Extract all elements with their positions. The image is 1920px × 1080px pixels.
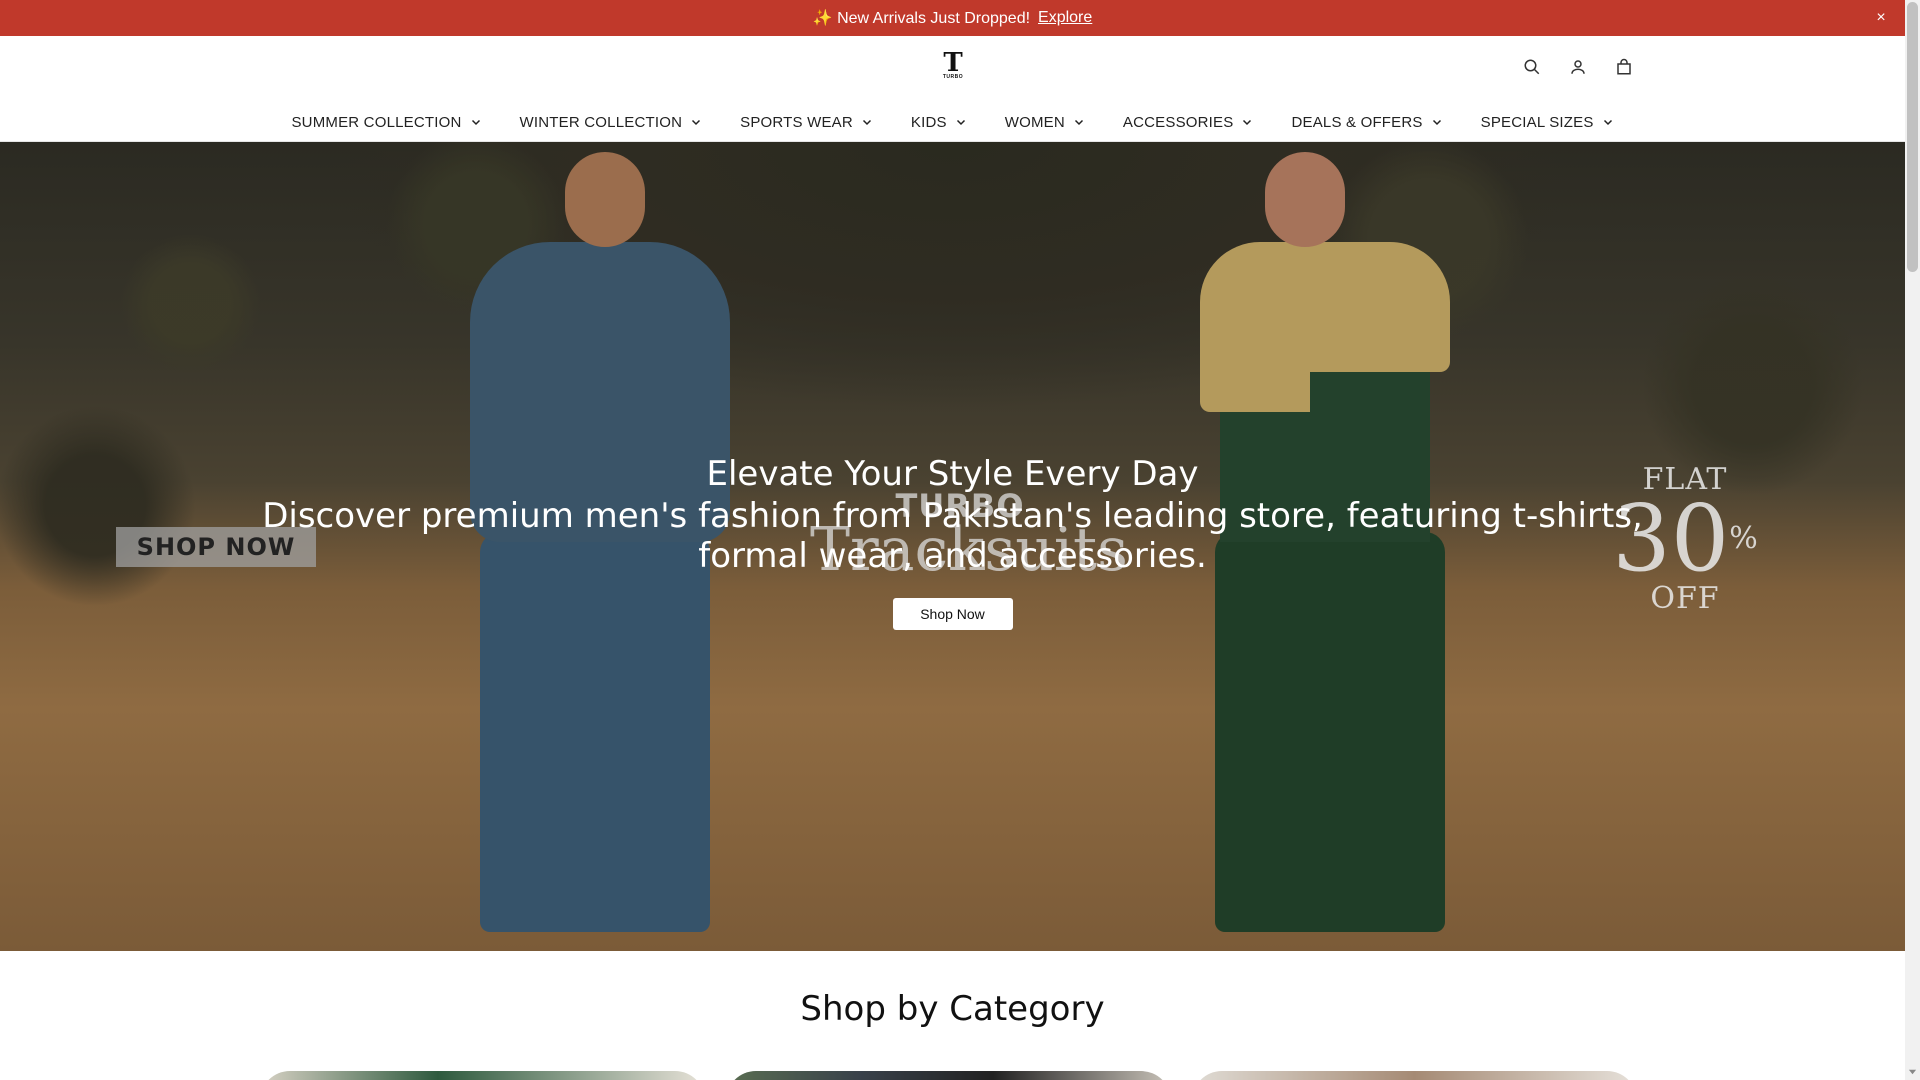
announcement-bar: ✨ New Arrivals Just Dropped! Explore × [0, 0, 1905, 36]
nav-special-sizes[interactable]: SPECIAL SIZES [1481, 114, 1614, 131]
chevron-down-icon [692, 119, 701, 126]
nav-deals-offers[interactable]: DEALS & OFFERS [1291, 114, 1442, 131]
nav-accessories[interactable]: ACCESSORIES [1123, 114, 1254, 131]
model-right-shirt-top [1200, 242, 1310, 412]
chevron-down-icon [1243, 119, 1252, 126]
hero-title: Elevate Your Style Every Day [706, 454, 1199, 494]
search-icon[interactable] [1521, 56, 1543, 78]
explore-link[interactable]: Explore [1038, 9, 1092, 27]
nav-label: KIDS [910, 113, 947, 131]
category-card[interactable] [726, 1071, 1171, 1080]
chevron-down-icon [1603, 119, 1612, 126]
model-right-shirt-top [1310, 242, 1450, 372]
category-card[interactable] [260, 1071, 705, 1080]
hero-subtitle: Discover premium men's fashion from Paki… [262, 496, 1643, 576]
nav-label: WOMEN [1004, 113, 1065, 131]
nav-summer-collection[interactable]: SUMMER COLLECTION [291, 114, 481, 131]
model-left-head [565, 152, 645, 247]
chevron-down-icon [862, 119, 871, 126]
header-icons [1521, 56, 1635, 78]
nav-sports-wear[interactable]: SPORTS WEAR [740, 114, 873, 131]
chevron-down-icon [1432, 119, 1441, 126]
chevron-down-icon [956, 119, 965, 126]
nav-winter-collection[interactable]: WINTER COLLECTION [520, 114, 703, 131]
shop-now-button[interactable]: Shop Now [892, 598, 1013, 630]
close-icon[interactable]: × [1876, 9, 1885, 27]
page-scrollbar[interactable] [1905, 0, 1920, 1080]
logo-mark: T [943, 48, 963, 78]
close-announcement-button[interactable]: × [1871, 8, 1891, 28]
nav-women[interactable]: WOMEN [1005, 114, 1085, 131]
announcement-text: ✨ New Arrivals Just Dropped! [812, 10, 1031, 27]
hero-banner[interactable]: SHOP NOW TURBO Tracksuits FLAT 30% OFF E… [0, 142, 1905, 951]
announcement-message: ✨ New Arrivals Just Dropped! Explore [813, 8, 1093, 28]
section-title: Shop by Category [800, 989, 1105, 1029]
scroll-down-icon[interactable] [1908, 1067, 1917, 1076]
nav-label: WINTER COLLECTION [519, 113, 683, 131]
logo[interactable]: T TURBO [938, 48, 968, 84]
bag-icon[interactable] [1613, 56, 1635, 78]
category-card[interactable] [1192, 1071, 1637, 1080]
nav-label: DEALS & OFFERS [1291, 113, 1423, 131]
scrollbar-thumb[interactable] [1907, 2, 1918, 272]
account-icon[interactable] [1567, 56, 1589, 78]
nav-label: SUMMER COLLECTION [291, 113, 462, 131]
model-right-head [1265, 152, 1345, 247]
nav-label: SPECIAL SIZES [1480, 113, 1594, 131]
nav-kids[interactable]: KIDS [911, 114, 967, 131]
logo-word: TURBO [942, 74, 964, 80]
shop-by-category-section: Shop by Category [0, 951, 1905, 1080]
hero-text: Elevate Your Style Every Day Discover pr… [0, 452, 1905, 630]
main-navigation: SUMMER COLLECTION WINTER COLLECTION SPOR… [0, 106, 1905, 138]
nav-label: SPORTS WEAR [740, 113, 853, 131]
site-header: T TURBO SUMMER COLLECTION WINTER COLLECT… [0, 36, 1905, 142]
chevron-down-icon [1074, 119, 1083, 126]
nav-label: ACCESSORIES [1122, 113, 1234, 131]
chevron-down-icon [471, 119, 480, 126]
